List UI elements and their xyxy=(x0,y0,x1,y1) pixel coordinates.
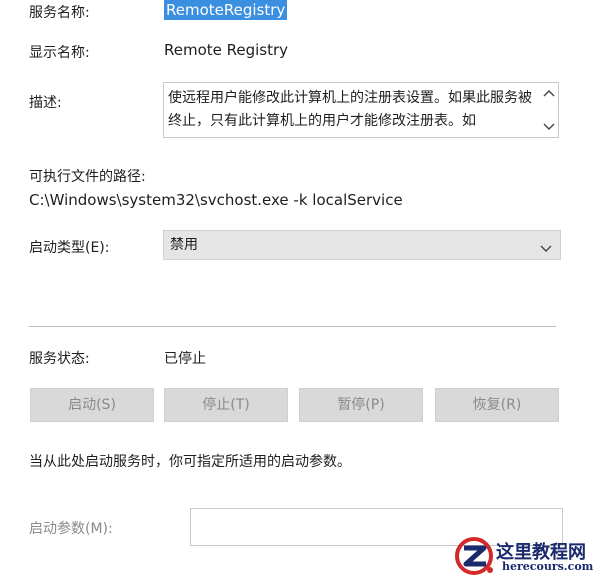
description-text: 使远程用户能修改此计算机上的注册表设置。如果此服务被终止，只有此计算机上的用户才… xyxy=(168,90,532,129)
pause-button[interactable]: 暂停(P) xyxy=(299,388,423,422)
start-params-hint: 当从此处启动服务时，你可指定所适用的启动参数。 xyxy=(29,454,351,470)
service-status-label: 服务状态: xyxy=(29,351,90,367)
path-label: 可执行文件的路径: xyxy=(29,169,146,185)
display-name-label: 显示名称: xyxy=(29,45,90,61)
display-name-value: Remote Registry xyxy=(164,41,289,59)
service-name-label: 服务名称: xyxy=(29,5,90,21)
resume-button[interactable]: 恢复(R) xyxy=(435,388,559,422)
stop-button[interactable]: 停止(T) xyxy=(164,388,288,422)
start-params-label: 启动参数(M): xyxy=(29,521,113,537)
path-value: C:\Windows\system32\svchost.exe -k local… xyxy=(29,191,403,209)
scroll-down-icon[interactable] xyxy=(543,121,555,133)
scroll-up-icon[interactable] xyxy=(543,87,555,99)
description-scrollbar[interactable] xyxy=(540,83,558,137)
service-status-value: 已停止 xyxy=(164,351,206,367)
site-logo-icon xyxy=(455,537,493,575)
startup-type-value: 禁用 xyxy=(170,237,198,253)
service-name-value[interactable]: RemoteRegistry xyxy=(164,0,288,20)
service-properties-panel: 服务名称: RemoteRegistry 显示名称: Remote Regist… xyxy=(0,0,594,580)
site-watermark: 这里教程网 herecours.com xyxy=(448,532,594,580)
description-label: 描述: xyxy=(29,95,62,111)
start-button[interactable]: 启动(S) xyxy=(30,388,154,422)
watermark-subtitle: herecours.com xyxy=(502,560,594,573)
section-divider xyxy=(29,326,556,327)
chevron-down-icon xyxy=(540,239,552,252)
startup-type-label: 启动类型(E): xyxy=(29,240,110,256)
description-box[interactable]: 使远程用户能修改此计算机上的注册表设置。如果此服务被终止，只有此计算机上的用户才… xyxy=(163,82,559,138)
startup-type-select[interactable]: 禁用 xyxy=(163,230,561,260)
